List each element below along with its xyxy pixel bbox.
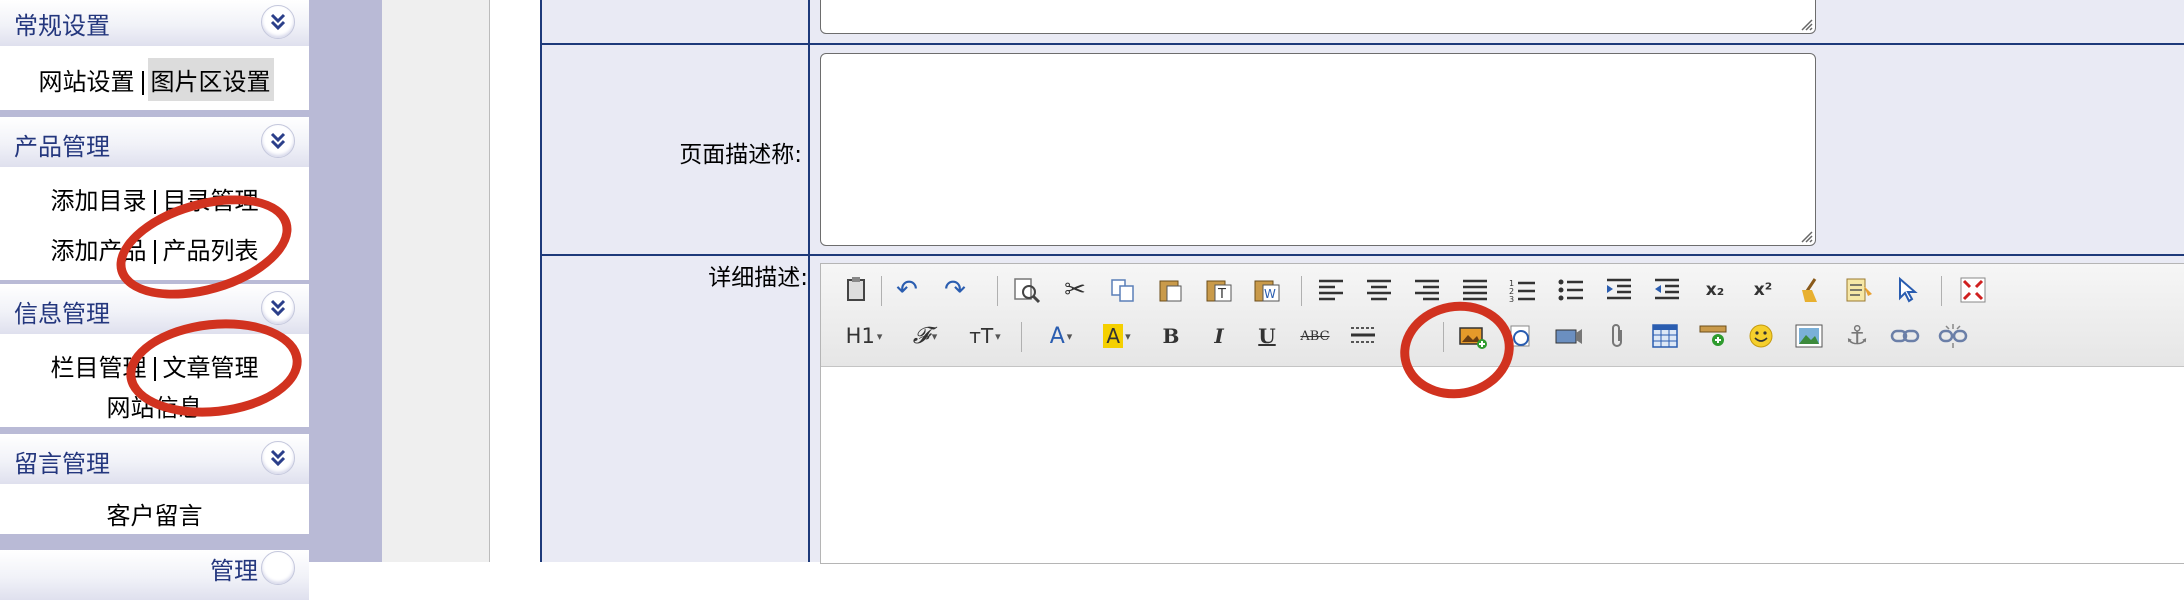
panel-title: 产品管理 bbox=[14, 133, 110, 161]
page-keywords-textarea[interactable] bbox=[820, 0, 1816, 34]
link-customer-messages[interactable]: 客户留言 bbox=[104, 492, 206, 535]
toolbar-separator bbox=[1021, 322, 1022, 352]
panel-header-product-management[interactable]: 产品管理 bbox=[0, 117, 309, 167]
toolbar-separator bbox=[997, 276, 998, 306]
link-site-settings[interactable]: 网站设置 bbox=[36, 58, 138, 101]
collapse-chevron-icon[interactable] bbox=[261, 291, 295, 325]
panel-header-message-management[interactable]: 留言管理 bbox=[0, 434, 309, 484]
heading-icon[interactable]: H1 bbox=[837, 320, 891, 352]
clear-format-icon[interactable] bbox=[1795, 274, 1827, 306]
collapse-chevron-icon[interactable] bbox=[261, 124, 295, 158]
preview-icon[interactable] bbox=[1011, 274, 1043, 306]
panel-header-general-settings[interactable]: 常规设置 bbox=[0, 0, 309, 46]
separator bbox=[153, 190, 156, 214]
resize-grip-icon[interactable] bbox=[1799, 17, 1813, 31]
panel-title: 常规设置 bbox=[14, 12, 110, 40]
source-icon[interactable] bbox=[841, 274, 873, 306]
attachment-icon[interactable] bbox=[1601, 320, 1633, 352]
collapse-chevron-icon[interactable] bbox=[261, 5, 295, 39]
toolbar-separator bbox=[1941, 276, 1942, 306]
link-icon[interactable] bbox=[1889, 320, 1921, 352]
image-manager-icon[interactable] bbox=[1793, 320, 1825, 352]
unordered-list-icon[interactable] bbox=[1555, 274, 1587, 306]
unlink-icon[interactable] bbox=[1937, 320, 1969, 352]
align-center-icon[interactable] bbox=[1363, 274, 1395, 306]
indent-icon[interactable] bbox=[1603, 274, 1635, 306]
strikethrough-icon[interactable]: ABC bbox=[1295, 320, 1335, 352]
align-left-icon[interactable] bbox=[1315, 274, 1347, 306]
link-image-area-settings[interactable]: 图片区设置 bbox=[147, 58, 274, 101]
table-row-border bbox=[540, 43, 2184, 45]
emoticon-icon[interactable] bbox=[1745, 320, 1777, 352]
resize-grip-icon[interactable] bbox=[1799, 229, 1813, 243]
page-description-textarea[interactable] bbox=[820, 53, 1816, 246]
rich-text-editor: ↶ ↷ ✂ T W 123 x₂ x² H1 𝓕 тT A A B I U A bbox=[820, 263, 2184, 564]
font-size-icon[interactable]: тT bbox=[961, 320, 1009, 352]
content-gutter bbox=[382, 0, 490, 562]
insert-line-icon[interactable] bbox=[1697, 320, 1729, 352]
select-icon[interactable] bbox=[1891, 274, 1923, 306]
toolbar-separator bbox=[881, 276, 882, 306]
panel-title: 留言管理 bbox=[14, 450, 110, 478]
separator bbox=[141, 71, 144, 95]
editor-content-area[interactable] bbox=[821, 367, 2184, 563]
table-icon[interactable] bbox=[1649, 320, 1681, 352]
table-border bbox=[808, 0, 810, 562]
link-add-category[interactable]: 添加目录 bbox=[48, 177, 150, 220]
font-family-icon[interactable]: 𝓕 bbox=[901, 320, 949, 352]
fullscreen-icon[interactable] bbox=[1957, 274, 1989, 306]
highlight-icon[interactable]: A bbox=[1095, 320, 1139, 352]
svg-text:T: T bbox=[1217, 287, 1226, 302]
copy-icon[interactable] bbox=[1107, 274, 1139, 306]
panel-title: 信息管理 bbox=[14, 300, 110, 328]
outdent-icon[interactable] bbox=[1651, 274, 1683, 306]
table-border bbox=[540, 0, 542, 562]
align-right-icon[interactable] bbox=[1411, 274, 1443, 306]
redo-icon[interactable]: ↷ bbox=[939, 274, 971, 306]
svg-text:3: 3 bbox=[1509, 295, 1514, 303]
media-icon[interactable] bbox=[1553, 320, 1585, 352]
paste-text-icon[interactable]: T bbox=[1203, 274, 1235, 306]
panel-body: 网站设置 图片区设置 bbox=[0, 46, 309, 110]
svg-text:W: W bbox=[1264, 287, 1276, 301]
horizontal-rule-icon[interactable] bbox=[1347, 320, 1379, 352]
paste-icon[interactable] bbox=[1155, 274, 1187, 306]
underline-icon[interactable]: U bbox=[1251, 320, 1283, 352]
panel-body: 客户留言 bbox=[0, 484, 309, 534]
anchor-icon[interactable]: ⚓ bbox=[1841, 320, 1873, 352]
detail-description-label: 详细描述: bbox=[708, 265, 808, 291]
cut-icon[interactable]: ✂ bbox=[1059, 274, 1091, 306]
panel-header-cut-off[interactable]: 管理 bbox=[0, 550, 309, 600]
bold-icon[interactable]: B bbox=[1155, 320, 1187, 352]
select-all-icon[interactable] bbox=[1843, 274, 1875, 306]
font-color-icon[interactable]: A bbox=[1039, 320, 1083, 352]
toolbar-separator bbox=[1301, 276, 1302, 306]
table-row-border bbox=[540, 254, 2184, 256]
ordered-list-icon[interactable]: 123 bbox=[1507, 274, 1539, 306]
paste-word-icon[interactable]: W bbox=[1251, 274, 1283, 306]
panel-title: 管理 bbox=[210, 557, 258, 585]
highlight-letter: A bbox=[1103, 324, 1124, 348]
italic-icon[interactable]: I bbox=[1203, 320, 1235, 352]
collapse-chevron-icon[interactable] bbox=[261, 551, 295, 585]
collapse-chevron-icon[interactable] bbox=[261, 441, 295, 475]
undo-icon[interactable]: ↶ bbox=[891, 274, 923, 306]
superscript-icon[interactable]: x² bbox=[1747, 274, 1779, 306]
subscript-icon[interactable]: x₂ bbox=[1699, 274, 1731, 306]
page-description-label: 页面描述称: bbox=[679, 142, 802, 168]
